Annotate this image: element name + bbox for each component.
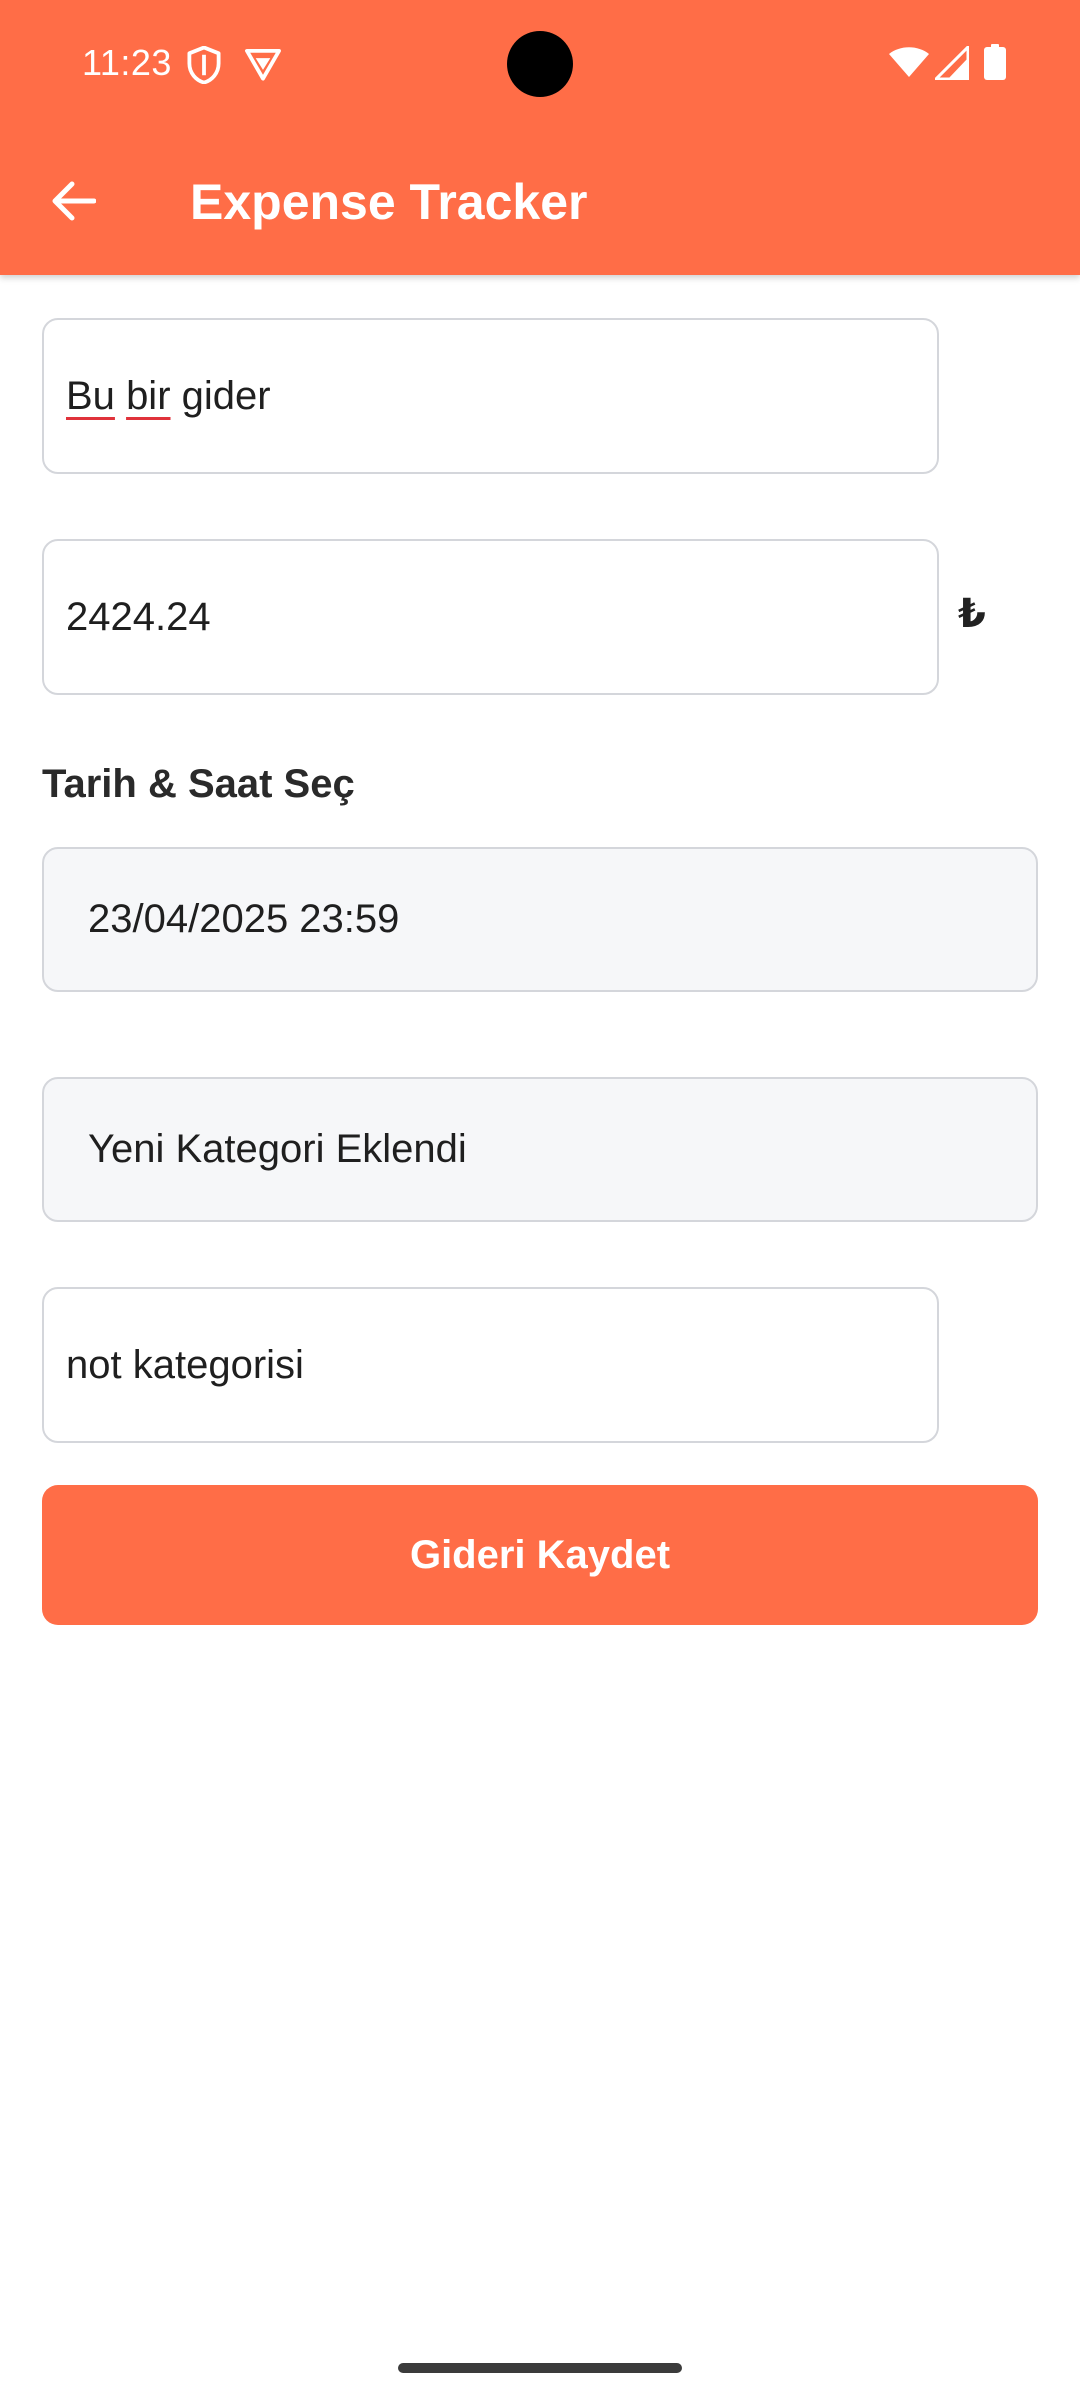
note-input[interactable]: not kategorisi	[42, 1287, 939, 1443]
page-title: Expense Tracker	[190, 174, 588, 230]
save-expense-label: Gideri Kaydet	[409, 1532, 671, 1577]
datetime-value: 23/04/2025 23:59	[88, 897, 400, 941]
category-selector[interactable]: Yeni Kategori Eklendi	[42, 1077, 1038, 1222]
front-camera	[507, 31, 573, 97]
amount-value: 2424.24	[66, 594, 211, 639]
app-bar: 11:23 Expense Tracker	[0, 0, 1080, 275]
datetime-picker[interactable]: 23/04/2025 23:59	[42, 847, 1038, 992]
amount-input[interactable]: 2424.24	[42, 539, 939, 695]
vpn-icon	[244, 46, 282, 82]
category-value: Yeni Kategori Eklendi	[88, 1127, 467, 1171]
home-indicator[interactable]	[398, 2363, 682, 2373]
currency-symbol: ₺	[958, 592, 986, 636]
back-button[interactable]	[30, 160, 116, 246]
description-input[interactable]: Bu bir gider	[42, 318, 939, 474]
shield-icon	[186, 45, 222, 85]
arrow-left-icon	[50, 180, 97, 227]
wifi-icon	[888, 46, 930, 78]
status-time: 11:23	[82, 42, 172, 83]
description-word-2: bir	[126, 373, 171, 418]
description-word-3: gider	[181, 373, 271, 418]
description-word-1: Bu	[66, 373, 115, 418]
save-expense-button[interactable]: Gideri Kaydet	[42, 1485, 1038, 1625]
datetime-label: Tarih & Saat Seç	[42, 762, 355, 806]
note-value: not kategorisi	[66, 1342, 304, 1387]
cell-signal-icon	[934, 45, 970, 81]
battery-icon	[984, 44, 1006, 80]
